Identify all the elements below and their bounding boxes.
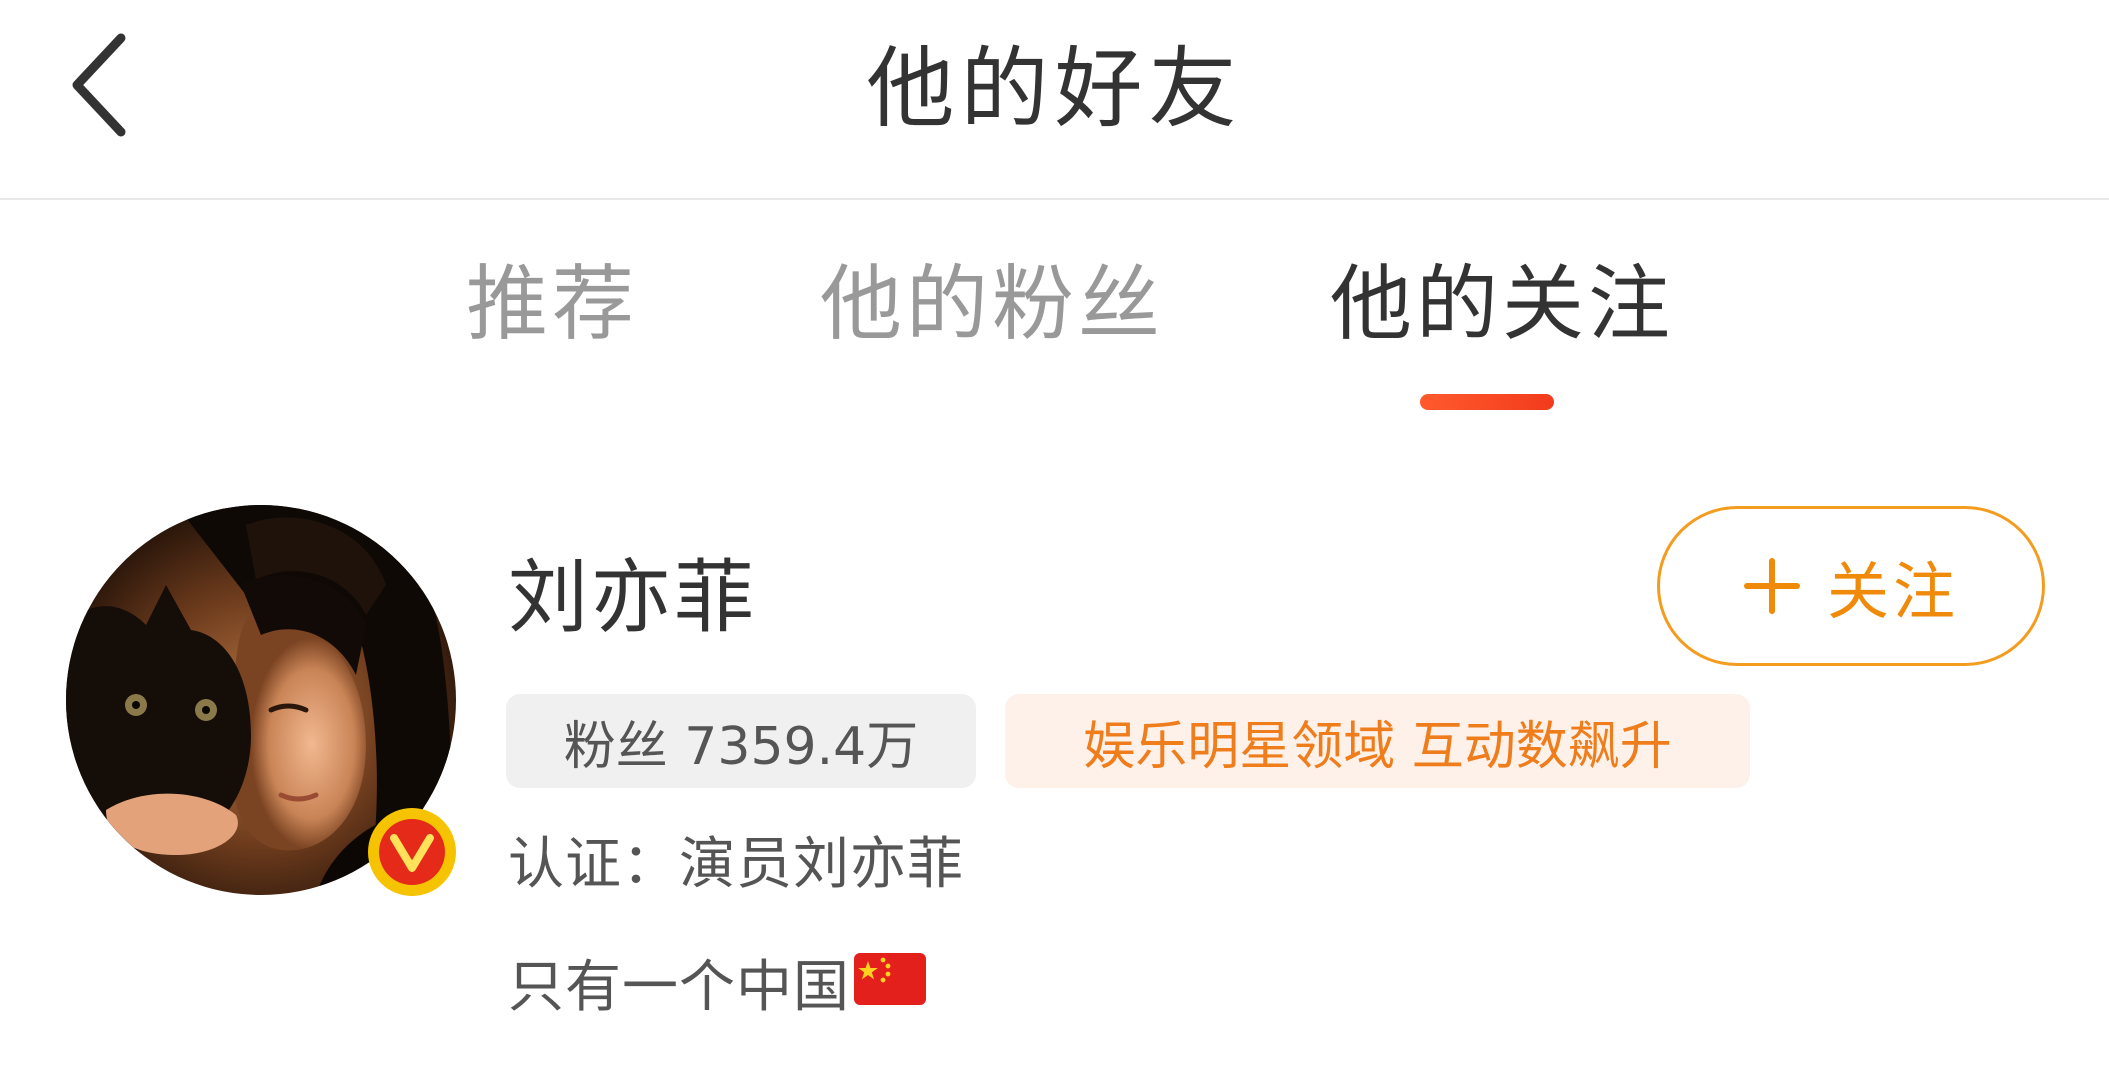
verified-v-icon bbox=[379, 819, 445, 885]
tab-his-following[interactable]: 他的关注 bbox=[1330, 250, 1674, 360]
china-flag-icon bbox=[854, 947, 926, 1027]
bio-text: 只有一个中国 bbox=[508, 955, 850, 1020]
page-title: 他的好友 bbox=[866, 37, 1243, 140]
bio-line: 只有一个中国 bbox=[508, 948, 926, 1028]
follow-label: 关注 bbox=[1826, 555, 1959, 628]
follow-button[interactable]: 关注 bbox=[1657, 506, 2045, 666]
user-avatar-container[interactable] bbox=[66, 505, 456, 896]
fans-count-tag: 粉丝 7359.4万 bbox=[506, 694, 976, 788]
active-tab-indicator bbox=[1420, 394, 1554, 410]
tab-his-fans[interactable]: 他的粉丝 bbox=[820, 250, 1164, 360]
tab-recommend[interactable]: 推荐 bbox=[466, 250, 638, 360]
plus-icon bbox=[1743, 558, 1800, 614]
user-name[interactable]: 刘亦菲 bbox=[508, 548, 757, 648]
top-bar: 他的好友 bbox=[0, 0, 2109, 200]
domain-tag[interactable]: 娱乐明星领域 互动数飙升 bbox=[1005, 694, 1750, 788]
tab-bar: 推荐 他的粉丝 他的关注 bbox=[0, 250, 2109, 420]
verification-text: 认证：演员刘亦菲 bbox=[508, 832, 964, 897]
verified-badge bbox=[368, 808, 456, 896]
